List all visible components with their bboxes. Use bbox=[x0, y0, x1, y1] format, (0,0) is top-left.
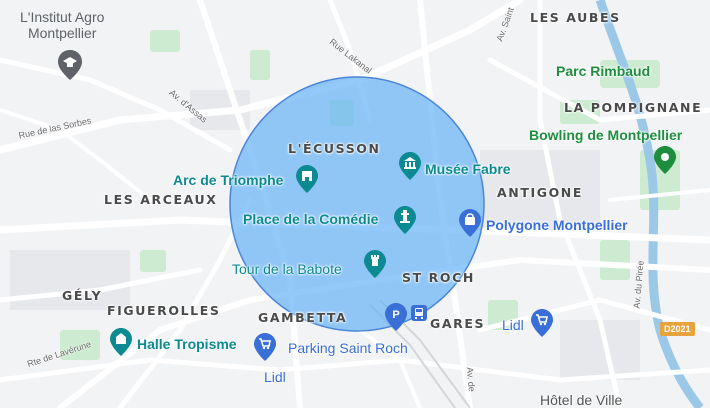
museum-icon[interactable] bbox=[399, 152, 421, 180]
poi-label-babote[interactable]: Tour de la Babote bbox=[232, 262, 342, 276]
poi-label-lidl[interactable]: Lidl bbox=[264, 370, 286, 384]
svg-text:P: P bbox=[392, 309, 399, 321]
street-label: Av. de bbox=[464, 366, 477, 393]
district-label: ANTIGONE bbox=[497, 185, 583, 200]
poi-label-parking-st-roch[interactable]: Parking Saint Roch bbox=[288, 341, 408, 355]
search-radius-circle bbox=[229, 76, 485, 332]
parking-icon[interactable]: P bbox=[385, 303, 407, 331]
train-station-icon[interactable] bbox=[411, 305, 427, 321]
district-label: GAMBETTA bbox=[258, 310, 348, 325]
poi-label-comedie[interactable]: Place de la Comédie bbox=[243, 212, 378, 226]
district-label: LES AUBES bbox=[530, 10, 621, 25]
monument-icon[interactable] bbox=[296, 165, 318, 193]
shopping-bag-icon[interactable] bbox=[459, 209, 481, 237]
district-label: L'ÉCUSSON bbox=[288, 141, 381, 156]
cart-icon[interactable] bbox=[254, 333, 276, 361]
school-icon[interactable] bbox=[58, 50, 82, 80]
district-label: GÉLY bbox=[62, 288, 103, 303]
poi-label-hotel-ville[interactable]: Hôtel de Ville bbox=[540, 393, 622, 407]
poi-label-parc-rimbaud[interactable]: Parc Rimbaud bbox=[556, 64, 650, 78]
poi-label-bowling[interactable]: Bowling de Montpellier bbox=[529, 128, 682, 142]
poi-label-arc-triomphe[interactable]: Arc de Triomphe bbox=[173, 173, 283, 187]
district-label: FIGUEROLLES bbox=[107, 303, 221, 318]
poi-label-lidl[interactable]: Lidl bbox=[502, 318, 524, 332]
district-label: GARES bbox=[430, 316, 486, 331]
district-label: ST ROCH bbox=[402, 270, 475, 285]
road-number-badge: D2021 bbox=[660, 322, 695, 336]
district-label: LES ARCEAUX bbox=[104, 192, 218, 207]
poi-label-halle-tropisme[interactable]: Halle Tropisme bbox=[137, 337, 237, 351]
cart-icon[interactable] bbox=[531, 309, 553, 337]
monument-icon[interactable] bbox=[110, 328, 132, 356]
monument-icon[interactable] bbox=[364, 250, 386, 278]
map-canvas[interactable]: LES AUBES LA POMPIGNANE L'ÉCUSSON ANTIGO… bbox=[0, 0, 710, 408]
poi-label-polygone[interactable]: Polygone Montpellier bbox=[486, 218, 628, 232]
poi-label-institut[interactable]: L'Institut Agro Montpellier bbox=[20, 9, 104, 41]
poi-label-musee-fabre[interactable]: Musée Fabre bbox=[425, 162, 511, 176]
monument-icon[interactable] bbox=[394, 206, 416, 234]
park-pin-icon[interactable] bbox=[654, 146, 676, 174]
district-label: LA POMPIGNANE bbox=[564, 100, 703, 115]
